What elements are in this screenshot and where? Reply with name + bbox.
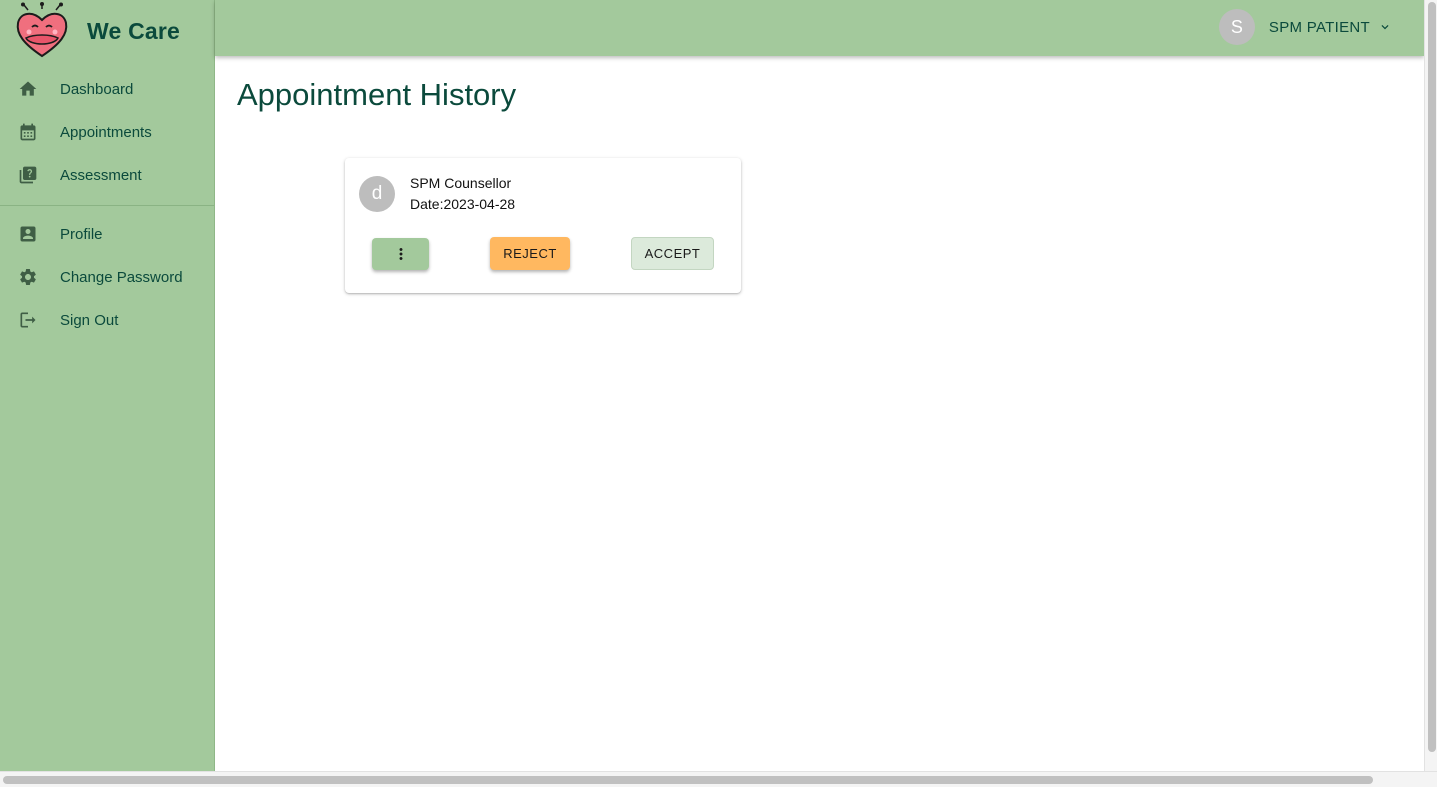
sidebar-item-label: Dashboard <box>60 81 134 98</box>
sidebar-item-label: Appointments <box>60 124 152 141</box>
sidebar-item-label: Sign Out <box>60 312 119 329</box>
logout-icon <box>20 312 36 328</box>
sidebar: We Care Dashboard Appointments Assessmen… <box>0 0 215 771</box>
vertical-scrollbar[interactable] <box>1424 0 1437 771</box>
appointment-date: Date:2023-04-28 <box>410 196 516 212</box>
calendar-icon <box>20 123 36 141</box>
vertical-scrollbar-thumb[interactable] <box>1428 2 1436 752</box>
sidebar-item-sign-out[interactable]: Sign Out <box>0 299 214 342</box>
counsellor-avatar: d <box>359 176 395 212</box>
horizontal-scrollbar-thumb[interactable] <box>3 776 1373 784</box>
heart-mascot-logo <box>16 2 68 58</box>
horizontal-scrollbar[interactable] <box>0 771 1437 787</box>
counsellor-name: SPM Counsellor <box>410 175 512 191</box>
appointment-card: d SPM Counsellor Date:2023-04-28 REJECT … <box>345 158 741 293</box>
user-name: SPM PATIENT <box>1268 18 1370 36</box>
more-options-button[interactable] <box>372 238 429 270</box>
sidebar-item-profile[interactable]: Profile <box>0 213 214 256</box>
sidebar-item-label: Change Password <box>60 269 183 286</box>
account-box-icon <box>20 226 36 242</box>
sidebar-item-appointments[interactable]: Appointments <box>0 111 214 154</box>
sidebar-item-label: Profile <box>60 226 103 243</box>
gear-icon <box>20 269 36 285</box>
page-title: Appointment History <box>237 77 517 112</box>
sidebar-item-dashboard[interactable]: Dashboard <box>0 68 214 111</box>
chevron-down-icon <box>1381 25 1389 30</box>
user-avatar: S <box>1218 9 1255 45</box>
sidebar-item-label: Assessment <box>60 167 142 184</box>
sidebar-divider <box>0 205 214 206</box>
accept-button[interactable]: ACCEPT <box>631 237 714 270</box>
reject-button[interactable]: REJECT <box>490 237 570 270</box>
brand-name: We Care <box>87 17 181 44</box>
brand[interactable]: We Care <box>14 0 180 62</box>
sidebar-item-assessment[interactable]: Assessment <box>0 154 214 197</box>
sidebar-item-change-password[interactable]: Change Password <box>0 256 214 299</box>
quiz-icon <box>19 166 37 184</box>
user-menu-button[interactable]: S SPM PATIENT <box>1218 9 1392 45</box>
home-icon <box>19 81 37 96</box>
more-vert-icon <box>399 248 402 260</box>
top-app-bar: S SPM PATIENT <box>215 0 1424 56</box>
